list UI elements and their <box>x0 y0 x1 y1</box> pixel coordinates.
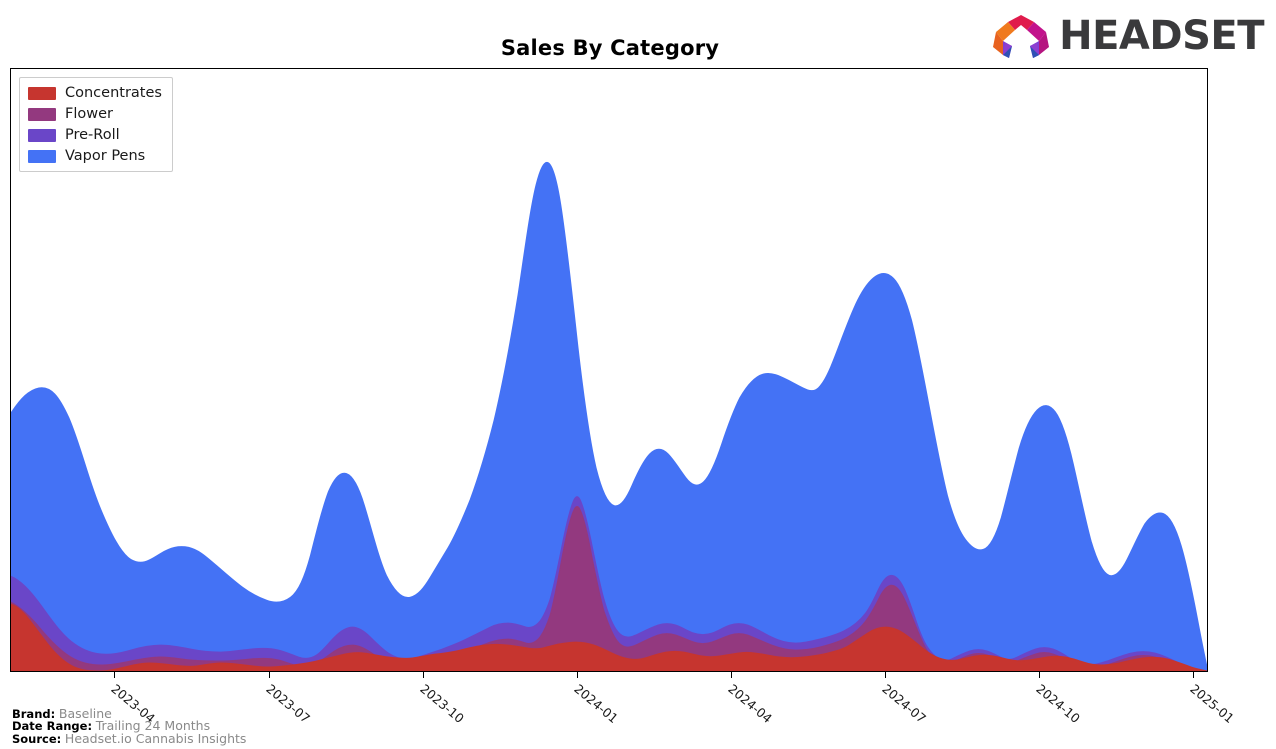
legend-label-flower: Flower <box>65 106 113 122</box>
x-tick-label: 2023-10 <box>416 681 467 727</box>
x-tick-label: 2025-01 <box>1187 681 1237 727</box>
stacked-area-chart <box>11 161 1207 671</box>
area-series-group <box>11 161 1207 671</box>
chart-page: Sales By Category HEADSET Concentrates F… <box>0 0 1276 749</box>
x-tick-label: 2023-07 <box>262 681 313 727</box>
x-tick-label: 2024-04 <box>725 681 775 727</box>
legend-swatch-pre-roll <box>28 128 56 142</box>
x-tick-mark <box>884 672 886 678</box>
legend-swatch-concentrates <box>28 86 56 100</box>
plot-area: Concentrates Flower Pre-Roll Vapor Pens <box>10 68 1208 672</box>
chart-footer: Brand: Baseline Date Range: Trailing 24 … <box>12 707 247 746</box>
footer-source: Source: Headset.io Cannabis Insights <box>12 730 247 746</box>
x-tick-mark <box>1192 672 1194 678</box>
x-tick-mark <box>576 672 578 678</box>
x-tick-mark <box>268 672 270 678</box>
x-tick-mark <box>730 672 732 678</box>
x-tick-label: 2024-01 <box>570 681 621 727</box>
area-vapor-pens <box>11 161 1207 671</box>
x-tick-label: 2024-07 <box>879 681 929 727</box>
legend-swatch-flower <box>28 107 56 121</box>
legend-item-flower[interactable]: Flower <box>28 105 162 123</box>
legend-label-concentrates: Concentrates <box>65 85 162 101</box>
headset-wordmark: HEADSET <box>1059 13 1264 59</box>
legend-label-pre-roll: Pre-Roll <box>65 127 120 143</box>
chart-legend: Concentrates Flower Pre-Roll Vapor Pens <box>19 77 173 172</box>
legend-item-concentrates[interactable]: Concentrates <box>28 84 162 102</box>
legend-item-pre-roll[interactable]: Pre-Roll <box>28 126 162 144</box>
footer-source-value: Headset.io Cannabis Insights <box>64 730 247 746</box>
x-tick-mark <box>422 672 424 678</box>
legend-item-vapor-pens[interactable]: Vapor Pens <box>28 147 162 165</box>
x-tick-mark <box>1038 672 1040 678</box>
x-tick-mark <box>114 672 116 678</box>
headset-logo: HEADSET <box>989 12 1264 60</box>
x-tick-label: 2024-10 <box>1033 681 1083 727</box>
footer-source-key: Source: <box>12 731 62 746</box>
legend-swatch-vapor-pens <box>28 149 56 163</box>
headset-ring-icon <box>993 15 1050 58</box>
legend-label-vapor-pens: Vapor Pens <box>65 148 146 164</box>
